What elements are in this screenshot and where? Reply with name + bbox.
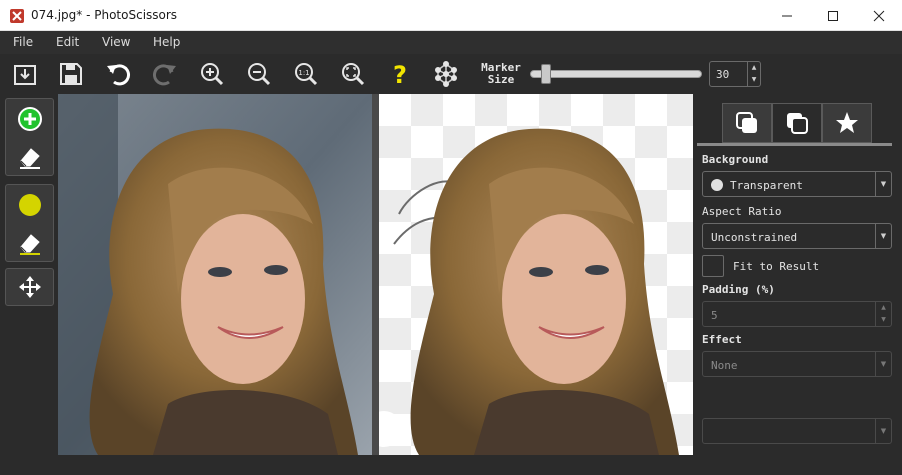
status-strip [58, 455, 695, 475]
network-button[interactable] [431, 59, 461, 89]
fit-to-result-checkbox[interactable] [702, 255, 724, 277]
background-tab-icon [787, 113, 808, 134]
marker-size-spin-arrows[interactable]: ▲ ▼ [747, 62, 760, 86]
original-image[interactable] [58, 94, 372, 455]
tab-foreground[interactable] [722, 103, 772, 143]
foreground-tools [5, 98, 54, 176]
fit-to-result-label[interactable]: Fit to Result [733, 260, 819, 273]
marker-label-line2: Size [487, 73, 515, 86]
help-icon: ? [393, 61, 407, 87]
background-select[interactable]: Transparent ▼ [702, 171, 892, 197]
background-tools [5, 184, 54, 262]
background-label: Background [702, 153, 769, 166]
network-icon [435, 61, 457, 87]
window-title: 074.jpg* - PhotoScissors [31, 8, 178, 22]
marker-size-value[interactable]: 30 [716, 68, 729, 81]
close-icon [873, 10, 885, 21]
marker-size-slider-thumb[interactable] [541, 64, 552, 84]
help-button[interactable]: ? [385, 59, 415, 89]
maximize-button[interactable] [810, 0, 856, 31]
actual-size-icon: 1:1 [295, 63, 318, 86]
actual-size-button[interactable]: 1:1 [291, 59, 321, 89]
open-icon [14, 65, 36, 85]
close-button[interactable] [856, 0, 902, 31]
background-marker-icon [18, 194, 41, 216]
zoom-out-icon [248, 63, 271, 86]
padding-spinbox[interactable]: 5 ▲ ▼ [702, 301, 892, 327]
panel-tabs [722, 103, 872, 143]
background-eraser-icon [19, 234, 40, 255]
marker-size-slider[interactable] [530, 70, 702, 78]
chevron-down-icon: ▼ [875, 352, 891, 376]
result-image[interactable] [379, 94, 693, 455]
spin-down-icon[interactable]: ▼ [748, 74, 760, 86]
add-foreground-icon [17, 107, 42, 131]
background-eraser-button[interactable] [6, 225, 53, 261]
split-divider[interactable] [372, 94, 379, 455]
svg-text:?: ? [393, 61, 407, 87]
add-foreground-button[interactable] [6, 101, 53, 137]
marker-size-label: Marker Size [480, 62, 522, 86]
chevron-down-icon: ▼ [875, 419, 891, 443]
redo-icon [153, 64, 176, 86]
spin-up-icon[interactable]: ▲ [748, 62, 760, 74]
foreground-eraser-button[interactable] [6, 139, 53, 175]
menu-view[interactable]: View [102, 35, 130, 49]
fit-button[interactable] [338, 59, 368, 89]
effect-value: None [711, 359, 738, 372]
app-logo-icon [10, 9, 24, 23]
padding-value: 5 [711, 309, 718, 322]
padding-label: Padding (%) [702, 283, 775, 296]
redo-button[interactable] [150, 59, 180, 89]
background-marker-button[interactable] [6, 187, 53, 223]
aspect-ratio-value: Unconstrained [711, 231, 798, 244]
effect-label: Effect [702, 333, 742, 346]
canvas-area [58, 94, 695, 455]
menu-edit[interactable]: Edit [56, 35, 79, 49]
title-bar: 074.jpg* - PhotoScissors [0, 0, 902, 31]
tool-panel [0, 94, 58, 475]
save-button[interactable] [56, 59, 86, 89]
fit-icon [342, 63, 365, 86]
toolbar: 1:1 ? Marker Size [0, 54, 902, 94]
menu-help[interactable]: Help [153, 35, 180, 49]
zoom-in-icon [201, 63, 224, 86]
undo-icon [107, 64, 130, 86]
foreground-tab-icon [736, 112, 757, 133]
favorites-star-icon [836, 112, 858, 133]
aspect-ratio-select[interactable]: Unconstrained ▼ [702, 223, 892, 249]
tab-favorites[interactable] [822, 103, 872, 143]
save-icon [60, 63, 82, 85]
undo-button[interactable] [103, 59, 133, 89]
move-tools [5, 268, 54, 306]
minimize-button[interactable] [764, 0, 810, 31]
zoom-out-button[interactable] [244, 59, 274, 89]
move-button[interactable] [6, 269, 53, 305]
chevron-down-icon: ▼ [875, 172, 891, 196]
eraser-icon [19, 148, 40, 169]
minimize-icon [782, 15, 792, 16]
original-photo-illustration [58, 94, 372, 455]
move-icon [18, 276, 41, 298]
result-photo-illustration [379, 128, 679, 455]
menu-file[interactable]: File [13, 35, 33, 49]
tab-underline [697, 143, 892, 146]
svg-text:1:1: 1:1 [298, 69, 309, 77]
menu-bar: File Edit View Help [0, 31, 902, 54]
open-button[interactable] [10, 59, 40, 89]
aspect-ratio-label: Aspect Ratio [702, 205, 782, 218]
tab-background[interactable] [772, 103, 822, 143]
chevron-down-icon: ▼ [875, 224, 891, 248]
zoom-in-button[interactable] [197, 59, 227, 89]
effect-option-select[interactable]: ▼ [702, 418, 892, 444]
settings-panel: Background Transparent ▼ Aspect Ratio Un… [695, 94, 902, 475]
background-color-swatch [711, 179, 723, 191]
padding-spin-arrows[interactable]: ▲ ▼ [875, 302, 891, 326]
effect-select[interactable]: None ▼ [702, 351, 892, 377]
maximize-icon [828, 10, 838, 21]
background-value: Transparent [730, 179, 803, 192]
marker-size-spinbox[interactable]: 30 ▲ ▼ [709, 61, 761, 87]
